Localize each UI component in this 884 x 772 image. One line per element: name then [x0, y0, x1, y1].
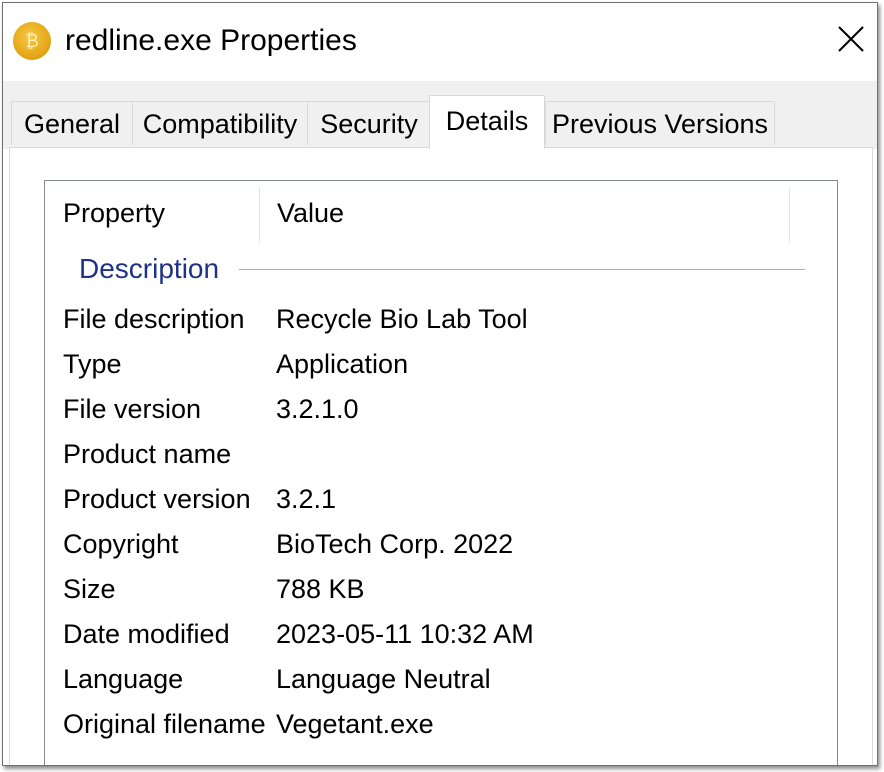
coin-app-icon: ₿	[13, 22, 51, 60]
property-value: BioTech Corp. 2022	[276, 529, 514, 559]
table-row[interactable]: Date modified 2023-05-11 10:32 AM	[45, 612, 837, 657]
tab-previous-versions[interactable]: Previous Versions	[545, 101, 775, 145]
property-value: 3.2.1	[276, 484, 337, 514]
close-button[interactable]	[825, 11, 877, 67]
tab-details[interactable]: Details	[429, 95, 545, 149]
property-value: 2023-05-11 10:32 AM	[276, 619, 534, 649]
table-row[interactable]: File version 3.2.1.0	[45, 387, 837, 432]
table-row[interactable]: File description Recycle Bio Lab Tool	[45, 297, 837, 342]
property-value: Recycle Bio Lab Tool	[276, 304, 528, 334]
property-rows: File description Recycle Bio Lab Tool Ty…	[45, 297, 837, 747]
close-icon	[838, 26, 864, 52]
property-name: File version	[63, 394, 202, 424]
property-name: File description	[63, 304, 245, 334]
properties-window: ₿ redline.exe Properties General Compati…	[2, 2, 878, 766]
details-list[interactable]: Property Value Description File descript…	[44, 180, 838, 765]
group-divider-line	[239, 269, 805, 270]
property-value: Language Neutral	[276, 664, 491, 694]
table-row[interactable]: Language Language Neutral	[45, 657, 837, 702]
property-name: Size	[63, 574, 116, 604]
tab-strip: General Compatibility Security Details P…	[3, 81, 877, 149]
property-name: Type	[63, 349, 122, 379]
table-row[interactable]: Type Application	[45, 342, 837, 387]
table-row[interactable]: Copyright BioTech Corp. 2022	[45, 522, 837, 567]
tab-general[interactable]: General	[11, 101, 133, 145]
column-divider[interactable]	[789, 187, 790, 243]
property-value: Vegetant.exe	[276, 709, 434, 739]
property-value: 3.2.1.0	[276, 394, 359, 424]
table-row[interactable]: Product version 3.2.1	[45, 477, 837, 522]
column-headers: Property Value	[45, 181, 837, 245]
column-header-property[interactable]: Property	[45, 181, 259, 245]
window-title: redline.exe Properties	[65, 24, 357, 57]
property-name: Product name	[63, 439, 232, 469]
property-value: 788 KB	[276, 574, 365, 604]
group-header-description[interactable]: Description	[45, 247, 837, 293]
title-bar: ₿ redline.exe Properties	[3, 3, 877, 81]
details-panel: Property Value Description File descript…	[9, 147, 873, 765]
property-value: Application	[276, 349, 409, 379]
property-name: Copyright	[63, 529, 179, 559]
table-row[interactable]: Size 788 KB	[45, 567, 837, 612]
group-label: Description	[79, 253, 220, 284]
property-name: Language	[63, 664, 184, 694]
tab-security[interactable]: Security	[307, 101, 431, 145]
table-row[interactable]: Product name	[45, 432, 837, 477]
property-name: Date modified	[63, 619, 230, 649]
property-name: Product version	[63, 484, 251, 514]
property-name: Original filename	[63, 709, 266, 739]
table-row[interactable]: Original filename Vegetant.exe	[45, 702, 837, 747]
column-header-value[interactable]: Value	[259, 181, 789, 245]
tab-compatibility[interactable]: Compatibility	[132, 101, 308, 145]
